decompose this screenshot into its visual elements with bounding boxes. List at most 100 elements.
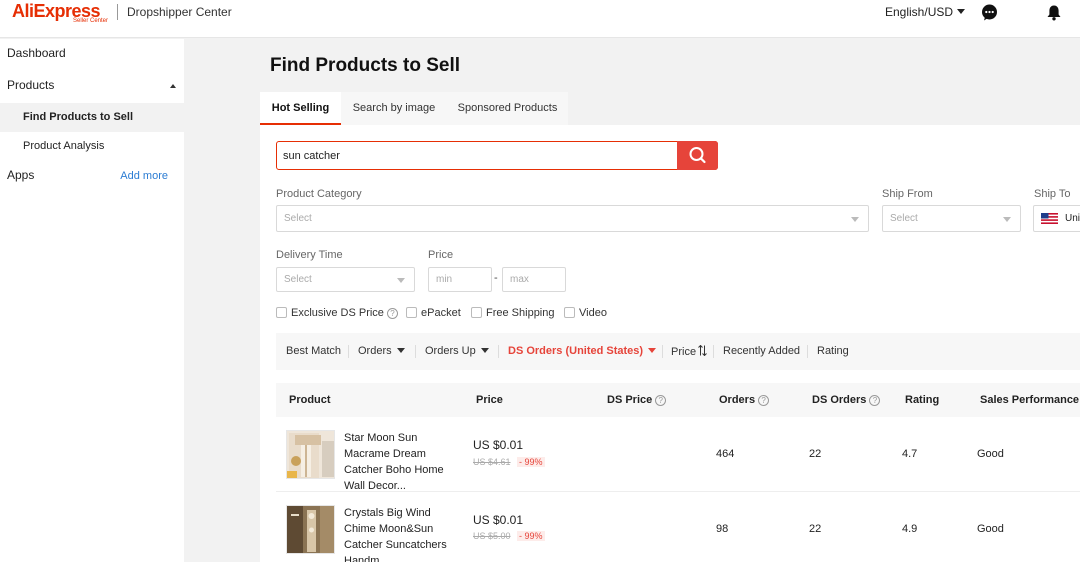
product-name[interactable]: Crystals Big Wind Chime Moon&Sun Catcher… <box>344 505 456 562</box>
sidebar-item-label: Products <box>7 78 55 92</box>
help-icon: ? <box>386 308 398 319</box>
sort-label: DS Orders (United States) <box>508 345 644 357</box>
product-thumbnail[interactable] <box>286 430 335 479</box>
product-category-label: Product Category <box>276 188 362 200</box>
sort-recently-added[interactable]: Recently Added <box>723 345 800 357</box>
rating-value: 4.7 <box>902 448 918 460</box>
sort-label: Orders <box>358 345 392 357</box>
search-button[interactable] <box>677 141 718 170</box>
table-row[interactable]: Star Moon Sun Macrame Dream Catcher Boho… <box>276 418 1080 492</box>
checkbox-label: Free Shipping <box>486 307 555 319</box>
ship-from-select[interactable]: Select <box>882 205 1021 232</box>
column-header-label: DS Price <box>607 394 653 406</box>
tab-sponsored-products[interactable]: Sponsored Products <box>447 92 568 125</box>
ds-orders-value: 22 <box>809 523 822 535</box>
column-header-ds-orders: DS Orders? <box>812 394 881 406</box>
aliexpress-logo[interactable]: AliExpress Seller Center <box>12 1 110 27</box>
price-separator: - <box>494 272 498 284</box>
checkbox-label: Exclusive DS Price <box>291 307 384 319</box>
checkbox-box <box>276 307 287 318</box>
chevron-down-icon <box>851 217 859 222</box>
sidebar: Dashboard Products Find Products to Sell… <box>0 39 184 562</box>
sidebar-item-label: Dashboard <box>7 46 66 60</box>
bell-icon[interactable] <box>1046 4 1062 21</box>
price-min-input[interactable]: min <box>428 267 492 292</box>
sort-bar: Best Match Orders Orders Up DS Orders (U… <box>276 333 1080 370</box>
rating-value: 4.9 <box>902 523 918 535</box>
sort-rating[interactable]: Rating <box>817 345 849 357</box>
free-shipping-checkbox[interactable]: Free Shipping <box>471 307 555 319</box>
sidebar-item-apps: Apps Add more <box>0 168 184 188</box>
sort-best-match[interactable]: Best Match <box>286 345 341 357</box>
orders-value: 98 <box>716 523 729 535</box>
chevron-down-icon <box>396 348 405 353</box>
chevron-down-icon <box>397 278 405 283</box>
help-icon[interactable]: ? <box>869 395 881 406</box>
product-price: US $0.01 <box>473 438 524 452</box>
product-category-select[interactable]: Select <box>276 205 869 232</box>
select-placeholder: Select <box>890 213 918 224</box>
sidebar-item-find-products[interactable]: Find Products to Sell <box>0 103 184 132</box>
sales-performance-value: Good <box>977 448 1004 460</box>
chevron-down-icon <box>1003 217 1011 222</box>
chevron-up-icon <box>170 84 176 88</box>
price-max-input[interactable]: max <box>502 267 566 292</box>
column-header-product: Product <box>289 394 331 406</box>
ds-orders-value: 22 <box>809 448 822 460</box>
sort-divider <box>807 345 808 358</box>
ship-to-value: Uni <box>1065 213 1080 224</box>
column-header-price: Price <box>476 394 503 406</box>
product-thumbnail[interactable] <box>286 505 335 554</box>
column-header-label: Orders <box>719 394 756 406</box>
sort-ds-orders[interactable]: DS Orders (United States) <box>508 345 657 357</box>
sidebar-item-products[interactable]: Products <box>0 78 184 98</box>
center-title: Dropshipper Center <box>127 5 232 19</box>
discount-badge: - 99% <box>517 457 545 467</box>
sort-divider <box>498 345 499 358</box>
tab-hot-selling[interactable]: Hot Selling <box>260 92 341 125</box>
help-icon[interactable]: ? <box>655 395 667 406</box>
chat-icon[interactable] <box>981 4 998 21</box>
exclusive-ds-price-checkbox[interactable]: Exclusive DS Price? <box>276 307 398 319</box>
epacket-checkbox[interactable]: ePacket <box>406 307 461 319</box>
tab-search-by-image[interactable]: Search by image <box>341 92 447 125</box>
sort-price[interactable]: Price <box>671 344 707 358</box>
product-image <box>287 431 334 478</box>
search-input[interactable] <box>283 143 673 168</box>
sort-label: Price <box>671 346 697 358</box>
chevron-down-icon <box>648 348 657 353</box>
sort-label: Best Match <box>286 345 342 357</box>
product-price: US $0.01 <box>473 513 524 527</box>
column-header-sales-performance: Sales Performance <box>980 394 1080 406</box>
ship-to-label: Ship To <box>1034 188 1071 200</box>
sort-divider <box>348 345 349 358</box>
ship-to-select[interactable]: Uni <box>1033 205 1080 232</box>
top-header: AliExpress Seller Center Dropshipper Cen… <box>0 0 1080 38</box>
language-selector[interactable]: English/USD <box>885 5 966 19</box>
sidebar-item-dashboard[interactable]: Dashboard <box>0 46 184 66</box>
checkbox-label: ePacket <box>421 307 461 319</box>
brand-subtitle: Seller Center <box>72 18 108 24</box>
original-price: US $4.61 <box>473 457 511 467</box>
sidebar-item-label: Apps <box>7 168 35 182</box>
select-placeholder: Select <box>284 213 312 224</box>
column-header-orders: Orders? <box>719 394 770 406</box>
product-name[interactable]: Star Moon Sun Macrame Dream Catcher Boho… <box>344 430 456 494</box>
sidebar-item-product-analysis[interactable]: Product Analysis <box>0 132 184 161</box>
sort-arrows-icon <box>698 344 707 357</box>
orders-value: 464 <box>716 448 735 460</box>
help-icon[interactable]: ? <box>758 395 770 406</box>
sort-orders[interactable]: Orders <box>358 345 405 357</box>
sort-divider <box>713 345 714 358</box>
sort-orders-up[interactable]: Orders Up <box>425 345 489 357</box>
price-max-placeholder: max <box>510 274 529 285</box>
column-header-label: DS Orders <box>812 394 867 406</box>
add-more-link[interactable]: Add more <box>120 170 168 182</box>
us-flag-icon <box>1041 213 1058 224</box>
video-checkbox[interactable]: Video <box>564 307 607 319</box>
checkbox-label: Video <box>579 307 607 319</box>
delivery-time-select[interactable]: Select <box>276 267 415 292</box>
table-row[interactable]: Crystals Big Wind Chime Moon&Sun Catcher… <box>276 493 1080 562</box>
checkbox-box <box>564 307 575 318</box>
sort-label: Orders Up <box>425 345 476 357</box>
